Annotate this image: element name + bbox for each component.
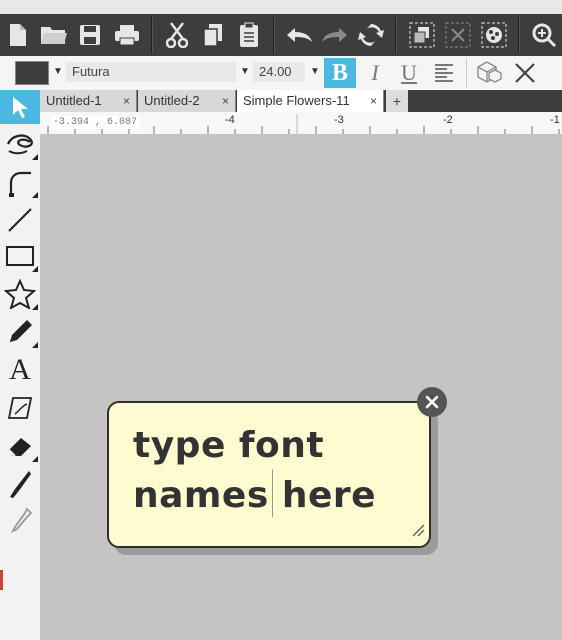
- redo-icon[interactable]: [317, 14, 353, 56]
- edge-marker: [0, 570, 3, 590]
- zoom-icon[interactable]: [526, 14, 562, 56]
- toolbar-separator: [395, 17, 398, 53]
- open-folder-icon[interactable]: [36, 14, 72, 56]
- textbar-separator: [466, 58, 467, 88]
- ruler-tick-label: -2: [443, 114, 453, 126]
- eyedropper-tool-icon[interactable]: [0, 504, 40, 540]
- font-size-field[interactable]: 24.00: [253, 62, 305, 82]
- toolbar-separator: [273, 17, 275, 53]
- text-on-path-tool-icon[interactable]: [0, 390, 40, 426]
- copy-icon[interactable]: [195, 14, 231, 56]
- ruler-tick-label: -1: [550, 114, 560, 126]
- document-tabs: Untitled-1 × Untitled-2 × Simple Flowers…: [40, 90, 562, 112]
- compound-icon[interactable]: [476, 14, 512, 56]
- sync-icon[interactable]: [353, 14, 389, 56]
- freehand-tool-icon[interactable]: [0, 164, 40, 200]
- cursor-coordinates: -3.394 , 6.087: [50, 116, 141, 129]
- ungroup-icon[interactable]: [440, 14, 476, 56]
- star-tool-icon[interactable]: [0, 276, 40, 312]
- tab-close-icon[interactable]: ×: [123, 90, 130, 112]
- tab-untitled-2[interactable]: Untitled-2 ×: [138, 90, 236, 112]
- cut-icon[interactable]: [159, 14, 195, 56]
- text-cursor: [272, 469, 273, 517]
- design-canvas[interactable]: [40, 134, 562, 640]
- print-icon[interactable]: [108, 14, 144, 56]
- toolbar-separator: [517, 17, 520, 53]
- underline-button[interactable]: U: [394, 58, 424, 88]
- tab-label: Simple Flowers-11: [243, 93, 350, 108]
- select-tool-icon[interactable]: [0, 90, 40, 124]
- eraser-tool-icon[interactable]: [0, 428, 40, 464]
- line-tool-icon[interactable]: [0, 202, 40, 238]
- paste-icon[interactable]: [231, 14, 267, 56]
- knife-tool-icon[interactable]: [0, 466, 40, 502]
- save-icon[interactable]: [72, 14, 108, 56]
- tab-close-icon[interactable]: ×: [370, 90, 377, 112]
- font-dropdown-caret-icon[interactable]: ▼: [240, 66, 250, 77]
- note-line-1: type font: [133, 425, 325, 466]
- note-line-2-part-a: names: [133, 475, 282, 516]
- add-tab-button[interactable]: +: [386, 90, 408, 112]
- undo-icon[interactable]: [281, 14, 317, 56]
- point-edit-tool-icon[interactable]: [0, 126, 40, 162]
- tab-simple-flowers-11[interactable]: Simple Flowers-11 ×: [237, 90, 384, 112]
- 3d-box-icon[interactable]: [474, 59, 504, 92]
- color-dropdown-caret-icon[interactable]: ▼: [53, 66, 63, 77]
- tab-untitled-1[interactable]: Untitled-1 ×: [40, 90, 137, 112]
- close-note-button[interactable]: [417, 387, 447, 417]
- font-name-field[interactable]: Futura: [66, 62, 236, 82]
- close-text-icon[interactable]: [513, 61, 537, 90]
- horizontal-ruler: -3.394 , 6.087 -4 -3 -2 -1: [40, 112, 562, 135]
- new-document-icon[interactable]: [0, 14, 36, 56]
- main-toolbar: [0, 14, 562, 56]
- pencil-tool-icon[interactable]: [0, 314, 40, 350]
- text-note-box[interactable]: type font names here: [107, 401, 431, 548]
- italic-button[interactable]: I: [360, 58, 390, 88]
- tab-label: Untitled-1: [46, 93, 102, 108]
- tab-close-icon[interactable]: ×: [222, 90, 229, 112]
- size-dropdown-caret-icon[interactable]: ▼: [310, 66, 320, 77]
- note-line-2-part-b: here: [281, 475, 377, 516]
- note-text[interactable]: type font names here: [133, 421, 413, 521]
- group-icon[interactable]: [403, 14, 439, 56]
- close-icon: [425, 395, 439, 409]
- window-top-strip: [0, 0, 562, 14]
- align-left-icon[interactable]: [433, 62, 455, 89]
- toolbar-separator: [150, 17, 153, 53]
- rectangle-tool-icon[interactable]: [0, 238, 40, 274]
- note-line-2: names here: [133, 471, 413, 521]
- tab-label: Untitled-2: [144, 93, 200, 108]
- text-tool-icon[interactable]: A: [0, 352, 40, 388]
- bold-button[interactable]: B: [324, 58, 356, 88]
- fill-color-swatch[interactable]: [15, 61, 49, 85]
- resize-handle-icon[interactable]: [411, 523, 425, 542]
- ruler-tick-label: -3: [334, 114, 344, 126]
- ruler-tick-label: -4: [225, 114, 235, 126]
- tool-panel: A: [0, 90, 41, 640]
